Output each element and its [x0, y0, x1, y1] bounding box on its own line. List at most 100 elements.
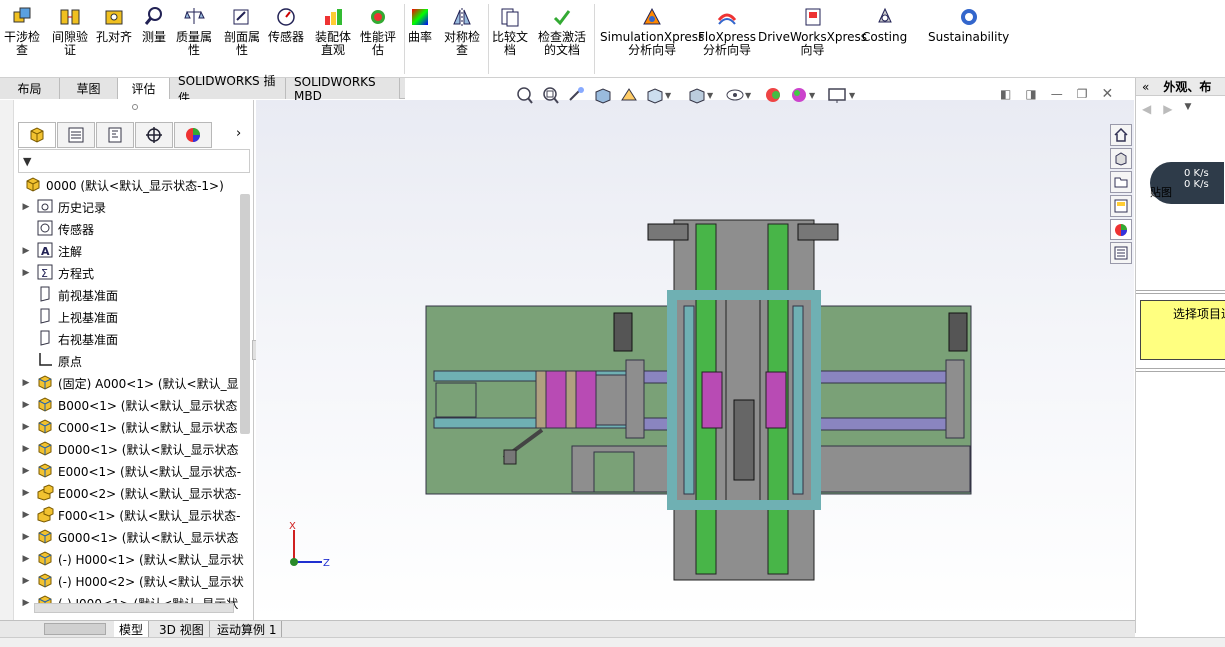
tab-3[interactable]: SOLIDWORKS 插件: [170, 74, 286, 105]
tab-2[interactable]: 评估: [118, 78, 170, 99]
ribbon-button-hole-align[interactable]: 孔对齐: [96, 6, 132, 74]
ribbon-button-curvature[interactable]: 曲率: [408, 6, 432, 74]
dropdown-icon[interactable]: ▼: [1184, 102, 1191, 116]
tab-1[interactable]: 草图: [60, 78, 118, 99]
tree-item[interactable]: 右视基准面: [20, 328, 246, 350]
expand-arrow-icon[interactable]: ▶: [20, 576, 32, 586]
tree-item[interactable]: ▶ G000<1> (默认<默认_显示状态: [20, 526, 246, 548]
tab-3d-view[interactable]: 3D 视图: [154, 621, 210, 637]
expand-arrow-icon[interactable]: ▶: [20, 444, 32, 454]
subasm-icon: [32, 483, 58, 504]
tree-hscrollbar[interactable]: [34, 603, 234, 613]
tree-item[interactable]: ▶ D000<1> (默认<默认_显示状态: [20, 438, 246, 460]
forward-icon[interactable]: ▶: [1163, 102, 1172, 116]
ribbon-button-sustainability[interactable]: Sustainability: [928, 6, 1009, 74]
panel-expand-arrow-icon[interactable]: ›: [236, 126, 241, 141]
expand-arrow-icon[interactable]: ▶: [20, 378, 32, 388]
tree-item[interactable]: ▶ Σ 方程式: [20, 262, 246, 284]
assembly-visualization-icon: [325, 9, 342, 25]
left-collapse-strip[interactable]: [0, 100, 14, 620]
appearances-icon[interactable]: [1110, 218, 1132, 241]
expand-arrow-icon[interactable]: ▶: [20, 554, 32, 564]
expand-arrow-icon[interactable]: ▶: [20, 466, 32, 476]
ribbon-button-section-properties[interactable]: 剖面属性: [224, 6, 260, 74]
tab-property-manager[interactable]: [57, 122, 95, 148]
tree-item[interactable]: ▶ F000<1> (默认<默认_显示状态-: [20, 504, 246, 526]
tab-0[interactable]: 布局: [0, 78, 60, 99]
tree-item[interactable]: ▶ B000<1> (默认<默认_显示状态: [20, 394, 246, 416]
expand-arrow-icon[interactable]: ▶: [20, 202, 32, 212]
expand-arrow-icon[interactable]: ▶: [20, 400, 32, 410]
tree-item[interactable]: ▶ A 注解: [20, 240, 246, 262]
tab-feature-manager[interactable]: [18, 122, 56, 148]
tab-dimxpert[interactable]: [135, 122, 173, 148]
ribbon-button-costing[interactable]: Costing: [862, 6, 907, 74]
curvature-icon: [412, 9, 428, 25]
tree-item[interactable]: 原点: [20, 350, 246, 372]
ribbon-button-sensor[interactable]: 传感器: [268, 6, 304, 74]
panel-grip-icon[interactable]: [132, 104, 138, 110]
sensor-right: [948, 312, 968, 352]
ribbon-label: 的文档: [544, 43, 581, 57]
home-icon[interactable]: [1110, 124, 1132, 146]
collapse-task-pane-icon[interactable]: «: [1142, 80, 1149, 94]
expand-arrow-icon[interactable]: ▶: [20, 510, 32, 520]
expand-arrow-icon[interactable]: ▶: [20, 532, 32, 542]
custom-properties-icon[interactable]: [1110, 242, 1132, 265]
tree-item[interactable]: ▶ E000<2> (默认<默认_显示状态-: [20, 482, 246, 504]
file-explorer-icon[interactable]: [1110, 171, 1132, 194]
tree-scrollbar[interactable]: [240, 194, 250, 434]
zoom-to-fit-icon: [517, 87, 533, 104]
ribbon-button-interference[interactable]: 干涉检查: [4, 6, 40, 74]
tab-model[interactable]: 模型: [114, 621, 150, 637]
tree-item[interactable]: 传感器: [20, 218, 246, 240]
ribbon-button-floxpress[interactable]: FloXpress 分析向导: [698, 6, 756, 74]
ribbon-button-compare[interactable]: 比较文档: [492, 6, 528, 74]
ribbon-button-check[interactable]: 检查激活 的文档: [538, 6, 586, 74]
tab-4[interactable]: SOLIDWORKS MBD: [286, 75, 400, 103]
tree-item[interactable]: ▶ (固定) A000<1> (默认<默认_显: [20, 372, 246, 394]
tree-item[interactable]: ▶ E000<1> (默认<默认_显示状态-: [20, 460, 246, 482]
svg-text:▼: ▼: [707, 91, 714, 100]
tile-right-icon[interactable]: ◨: [1025, 87, 1036, 101]
ribbon-button-simulation[interactable]: SimulationXpress 分析向导: [600, 6, 704, 74]
bottom-tab-bar: 模型 3D 视图 运动算例 1: [0, 620, 1135, 637]
tree-item[interactable]: ▶ 历史记录: [20, 196, 246, 218]
ribbon-button-performance[interactable]: 性能评估: [360, 6, 396, 74]
tree-filter-box[interactable]: ▼: [18, 149, 250, 173]
tree-item[interactable]: ▶ (-) H000<2> (默认<默认_显示状: [20, 570, 246, 592]
tab-configuration-manager[interactable]: [96, 122, 134, 148]
ribbon-button-symmetry[interactable]: 对称检查: [444, 6, 480, 74]
expand-arrow-icon[interactable]: ▶: [20, 422, 32, 432]
tree-item[interactable]: ▶ C000<1> (默认<默认_显示状态: [20, 416, 246, 438]
tree-item[interactable]: 0000 (默认<默认_显示状态-1>): [20, 174, 246, 196]
tree-item[interactable]: 上视基准面: [20, 306, 246, 328]
tree-item-label: 传感器: [58, 222, 95, 237]
ribbon-button-clearance[interactable]: 间隙验证: [52, 6, 88, 74]
upload-speed: 0 K/s: [1184, 168, 1209, 179]
tree-item[interactable]: 前视基准面: [20, 284, 246, 306]
ribbon-button-mass-properties[interactable]: 质量属性: [176, 6, 212, 74]
restore-icon[interactable]: ❐: [1077, 87, 1088, 101]
tab-display-manager[interactable]: [174, 122, 212, 148]
expand-arrow-icon[interactable]: ▶: [20, 246, 32, 256]
ribbon-button-driveworks[interactable]: DriveWorksXpress 向导: [758, 6, 867, 74]
expand-arrow-icon[interactable]: ▶: [20, 598, 32, 608]
tab-scroll-buttons[interactable]: [44, 623, 106, 635]
design-library-icon[interactable]: [1110, 147, 1132, 170]
back-icon[interactable]: ◀: [1142, 102, 1151, 116]
expand-arrow-icon[interactable]: ▶: [20, 268, 32, 278]
svg-text:▼: ▼: [809, 91, 816, 100]
tree-item[interactable]: ▶ (-) H000<1> (默认<默认_显示状: [20, 548, 246, 570]
tree-item-decal[interactable]: 贴图: [1150, 184, 1172, 200]
ribbon-button-measure[interactable]: 测量: [142, 6, 166, 74]
close-icon[interactable]: ✕: [1101, 86, 1113, 102]
tile-left-icon[interactable]: ◧: [1000, 87, 1011, 101]
ribbon-button-assembly-visualization[interactable]: 装配体 直观: [315, 6, 351, 74]
view-palette-icon[interactable]: [1110, 195, 1132, 217]
expand-arrow-icon[interactable]: ▶: [20, 488, 32, 498]
tab-motion-study[interactable]: 运动算例 1: [212, 621, 283, 637]
minimize-icon[interactable]: —: [1051, 87, 1063, 101]
graphics-area[interactable]: X Z: [256, 100, 1134, 620]
section-properties-icon: [233, 9, 249, 25]
